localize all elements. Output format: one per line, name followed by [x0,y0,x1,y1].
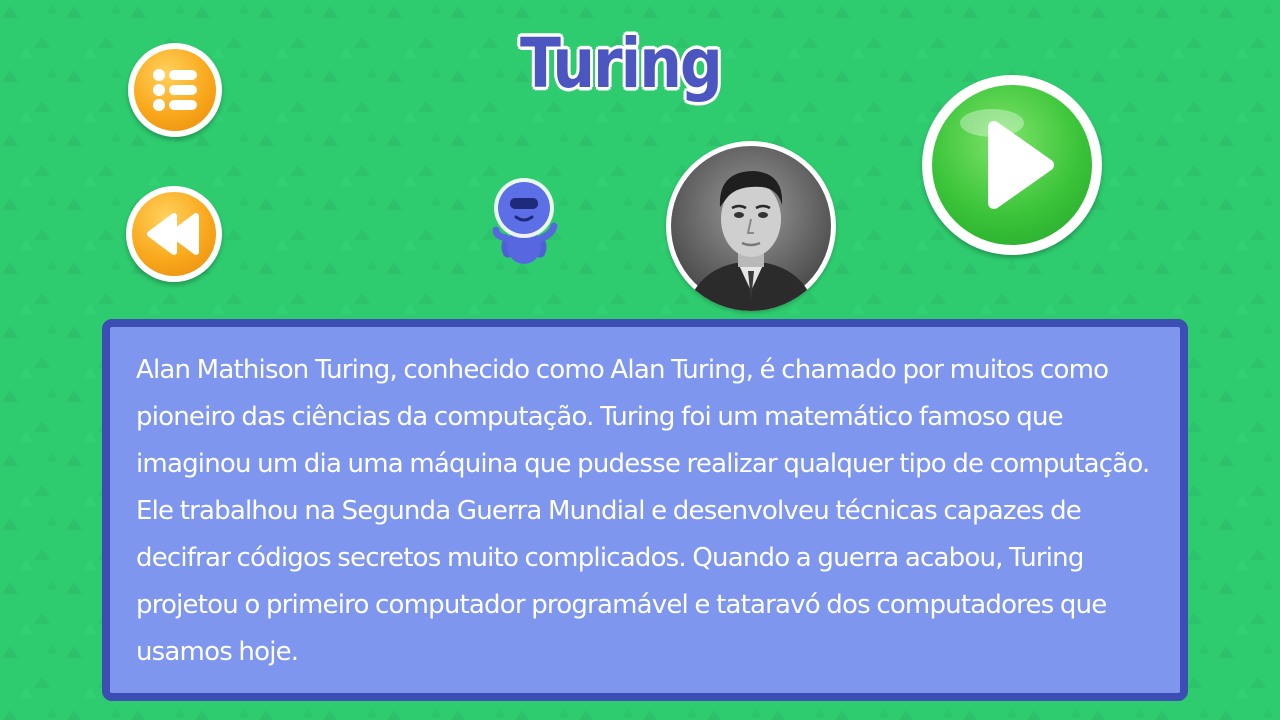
info-panel: Alan Mathison Turing, conhecido como Ala… [102,319,1188,701]
page-title: Turing [520,23,723,105]
list-icon [153,69,197,111]
astronaut-mascot-icon [492,178,558,264]
info-text: Alan Mathison Turing, conhecido como Ala… [136,355,1150,667]
menu-button[interactable] [128,43,222,137]
play-icon [960,109,1054,209]
play-button[interactable] [922,75,1102,255]
person-portrait-icon [666,141,836,311]
rewind-icon [147,213,199,255]
back-button[interactable] [126,186,222,282]
